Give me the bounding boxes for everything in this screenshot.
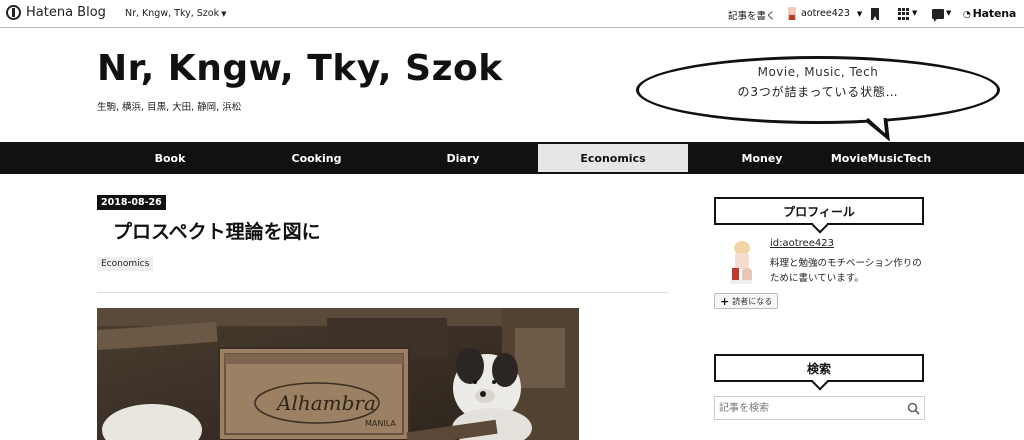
subscribe-label: 読者になる	[732, 296, 773, 306]
chevron-down-icon: ▼	[946, 9, 952, 17]
hatena-label: Hatena	[972, 7, 1017, 20]
user-menu[interactable]: aotree423 ▼	[788, 7, 862, 20]
profile-id-link[interactable]: id:aotree423	[770, 238, 834, 249]
user-name: aotree423	[801, 8, 850, 19]
search-box	[714, 396, 925, 420]
photo-brand-text: Alhambra	[275, 391, 376, 415]
blog-switcher-label: Nr, Kngw, Tky, Szok	[125, 8, 220, 19]
photo-place-text: MANILA	[365, 419, 396, 428]
entry-title[interactable]: プロスペクト理論を図に	[113, 217, 321, 244]
plus-icon: +	[720, 294, 730, 308]
avatar	[788, 7, 796, 20]
chevron-down-icon: ▼	[856, 9, 863, 18]
chevron-down-icon: ▼	[912, 9, 918, 17]
nav-item-cooking[interactable]: Cooking	[245, 144, 388, 172]
bubble-line-2: の3つが詰まっている状態…	[737, 85, 899, 99]
profile-description: 料理と勉強のモチベーション作りのために書いています。	[770, 258, 922, 284]
nav-item-book[interactable]: Book	[95, 144, 245, 172]
write-article-link[interactable]: 記事を書く	[728, 8, 776, 22]
category-nav: Book Cooking Diary Economics Money Movie…	[0, 142, 1024, 174]
photo-illustration: Alhambra MANILA	[97, 308, 579, 440]
divider	[97, 292, 669, 293]
apps-grid-icon[interactable]	[898, 8, 910, 20]
logo-text: Hatena Blog	[26, 5, 106, 20]
entry-category[interactable]: Economics	[97, 257, 154, 271]
search-heading: 検索	[714, 354, 924, 382]
blog-switcher[interactable]: Nr, Kngw, Tky, Szok ▼	[125, 8, 227, 19]
nav-item-money[interactable]: Money	[688, 144, 836, 172]
hatena-blog-logo[interactable]: Hatena Blog	[6, 5, 106, 20]
subscribe-button[interactable]: + 読者になる	[714, 293, 779, 309]
site-title[interactable]: Nr, Kngw, Tky, Szok	[97, 48, 503, 89]
profile-heading-label: プロフィール	[783, 204, 855, 219]
nav-item-economics[interactable]: Economics	[538, 144, 688, 172]
chevron-down-icon: ▼	[221, 10, 227, 18]
hatena-topbar: Hatena Blog Nr, Kngw, Tky, Szok ▼ 記事を書く a…	[0, 0, 1024, 28]
entry-photo: Alhambra MANILA	[97, 308, 579, 440]
bubble-line-1: Movie, Music, Tech	[757, 65, 879, 79]
nav-item-diary[interactable]: Diary	[388, 144, 538, 172]
search-input[interactable]	[719, 400, 899, 417]
bookmark-icon[interactable]	[871, 8, 879, 20]
profile-heading: プロフィール	[714, 197, 924, 225]
search-heading-label: 検索	[806, 361, 831, 376]
site-description: 生駒, 横浜, 目黒, 大田, 静岡, 浜松	[97, 102, 242, 113]
hatena-menu[interactable]: ◔ Hatena	[963, 7, 1016, 20]
hatena-wifi-icon: ◔	[963, 10, 971, 20]
nav-item-moviemusictech[interactable]: MovieMusicTech	[831, 144, 931, 172]
search-icon[interactable]	[907, 402, 920, 415]
hatena-logo-icon	[6, 5, 21, 20]
notification-icon[interactable]	[932, 9, 944, 22]
profile-image[interactable]	[718, 238, 766, 286]
entry-date[interactable]: 2018-08-26	[97, 195, 166, 210]
